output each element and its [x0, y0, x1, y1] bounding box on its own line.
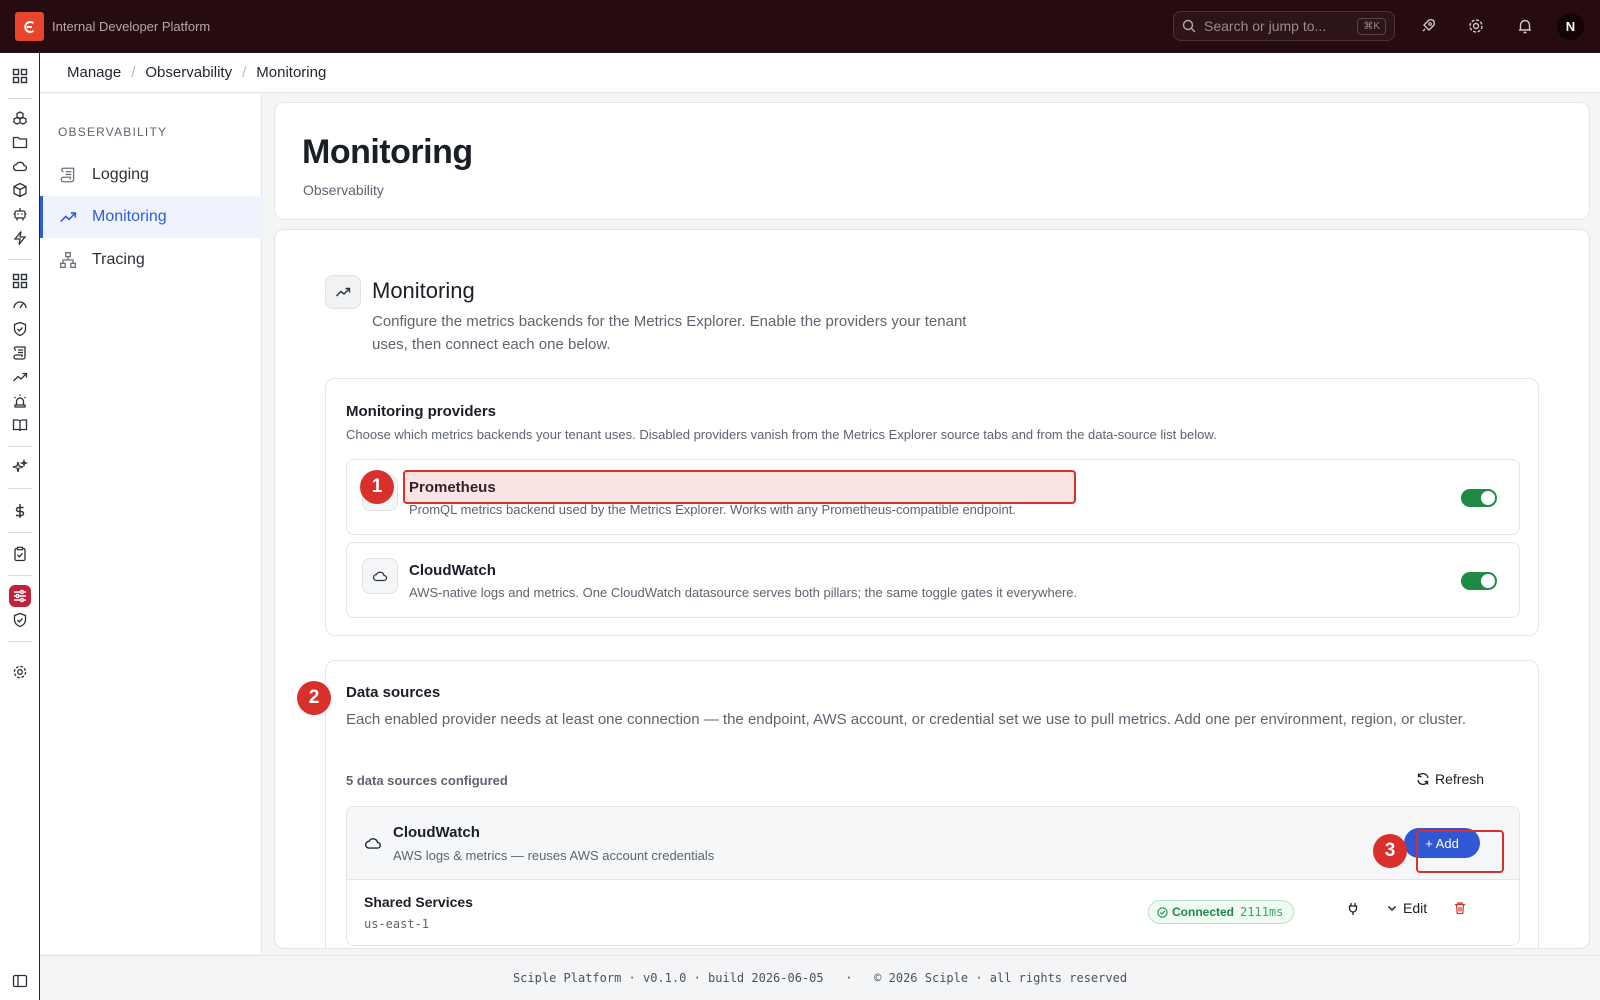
scroll-icon — [58, 165, 78, 185]
shield-icon[interactable] — [9, 609, 31, 631]
breadcrumb: Manage / Observability / Monitoring — [40, 53, 1600, 93]
cloud-icon — [362, 558, 398, 594]
annotation-highlight-prometheus — [403, 470, 1076, 504]
datasource-name: Shared Services — [364, 894, 473, 910]
search-shortcut: ⌘K — [1357, 17, 1386, 35]
sidenav-item-label: Monitoring — [92, 208, 167, 225]
breadcrumb-observability[interactable]: Observability — [145, 64, 232, 81]
folder-icon[interactable] — [9, 131, 31, 153]
edit-button[interactable]: Edit — [1386, 900, 1427, 916]
refresh-label: Refresh — [1435, 771, 1485, 787]
bell-icon[interactable] — [1514, 15, 1536, 37]
datasource-group-description: AWS logs & metrics — reuses AWS account … — [393, 848, 715, 863]
sidenav-item-label: Tracing — [92, 251, 145, 268]
breadcrumb-monitoring: Monitoring — [256, 64, 327, 81]
boxes-icon[interactable] — [9, 107, 31, 129]
sidebar-toggle-icon[interactable] — [9, 970, 31, 992]
sparkles-icon[interactable] — [9, 456, 31, 478]
main-content: Monitoring Observability Monitoring Conf… — [274, 94, 1590, 949]
footer: Sciple Platform · v0.1.0 · build 2026-06… — [40, 955, 1600, 1000]
annotation-badge-1: 1 — [360, 470, 394, 504]
provider-name: CloudWatch — [409, 562, 496, 579]
user-avatar[interactable]: N — [1557, 13, 1584, 40]
app-logo[interactable] — [15, 12, 44, 41]
footer-text: Sciple Platform · v0.1.0 · build 2026-06… — [512, 971, 1128, 985]
settings-icon[interactable] — [9, 661, 31, 683]
trash-icon[interactable] — [1453, 901, 1467, 920]
cloud-icon[interactable] — [9, 155, 31, 177]
panel-description: Each enabled provider needs at least one… — [346, 711, 1467, 728]
clipboard-check-icon[interactable] — [9, 543, 31, 565]
datasource-group-header: CloudWatch AWS logs & metrics — reuses A… — [347, 807, 1519, 880]
trending-up-icon[interactable] — [9, 366, 31, 388]
dollar-icon[interactable] — [9, 500, 31, 522]
trending-up-icon — [325, 275, 361, 309]
datasource-row: Shared Services us-east-1 Connected 2111… — [347, 880, 1519, 945]
top-bar: Internal Developer Platform Search or ju… — [0, 0, 1600, 53]
rocket-icon[interactable] — [1417, 15, 1439, 37]
app-title: Internal Developer Platform — [52, 19, 211, 34]
section-sidenav: OBSERVABILITY Logging Monitoring Tracing — [40, 94, 262, 954]
datasource-group-name: CloudWatch — [393, 824, 480, 841]
sidenav-item-monitoring[interactable]: Monitoring — [40, 196, 262, 238]
panel-title: Data sources — [346, 684, 441, 701]
provider-description: PromQL metrics backend used by the Metri… — [409, 502, 1016, 517]
sliders-icon[interactable] — [9, 585, 31, 607]
section-title: Monitoring — [372, 278, 475, 303]
grid-icon[interactable] — [9, 270, 31, 292]
plug-icon[interactable] — [1346, 902, 1360, 921]
sidenav-item-tracing[interactable]: Tracing — [40, 239, 262, 281]
page-subtitle: Observability — [303, 182, 384, 198]
panel-description: Choose which metrics backends your tenan… — [346, 427, 1217, 442]
search-input[interactable]: Search or jump to... — [1204, 18, 1357, 34]
check-circle-icon — [1157, 906, 1168, 918]
dashboard-icon[interactable] — [9, 65, 31, 87]
section-description: Configure the metrics backends for the M… — [372, 313, 967, 353]
book-icon[interactable] — [9, 414, 31, 436]
siren-icon[interactable] — [9, 390, 31, 412]
status-badge: Connected 2111ms — [1148, 900, 1295, 924]
gauge-icon[interactable] — [9, 294, 31, 316]
gear-icon[interactable] — [1465, 15, 1487, 37]
page-title: Monitoring — [302, 133, 473, 171]
trending-up-icon — [58, 207, 78, 227]
search-icon — [1182, 19, 1196, 33]
sidenav-item-logging[interactable]: Logging — [40, 154, 262, 196]
refresh-button[interactable]: Refresh — [1416, 771, 1484, 787]
annotation-badge-3: 3 — [1373, 834, 1407, 868]
icon-rail — [0, 53, 40, 1000]
breadcrumb-manage[interactable]: Manage — [67, 64, 121, 81]
provider-toggle-cloudwatch[interactable] — [1461, 572, 1497, 590]
provider-toggle-prometheus[interactable] — [1461, 489, 1497, 507]
panel-title: Monitoring providers — [346, 403, 496, 420]
datasource-group-cloudwatch: CloudWatch AWS logs & metrics — reuses A… — [346, 806, 1520, 946]
shield-check-icon[interactable] — [9, 318, 31, 340]
status-text: Connected — [1172, 905, 1235, 919]
annotation-highlight-add — [1416, 830, 1504, 873]
cloud-icon — [365, 838, 381, 849]
sidenav-heading: OBSERVABILITY — [58, 125, 168, 139]
datasource-region: us-east-1 — [364, 917, 430, 931]
annotation-badge-2: 2 — [297, 681, 331, 715]
data-source-count: 5 data sources configured — [346, 773, 508, 788]
data-sources-panel: Data sources Each enabled provider needs… — [325, 660, 1539, 948]
refresh-icon — [1417, 773, 1429, 785]
sidenav-item-label: Logging — [92, 166, 149, 183]
package-icon[interactable] — [9, 179, 31, 201]
edit-label: Edit — [1403, 900, 1428, 916]
lightning-icon[interactable] — [9, 227, 31, 249]
global-search[interactable]: Search or jump to... ⌘K — [1173, 11, 1395, 41]
scroll-icon[interactable] — [9, 342, 31, 364]
chevron-down-icon — [1388, 906, 1396, 911]
network-icon — [58, 250, 78, 270]
monitoring-providers-panel: Monitoring providers Choose which metric… — [325, 378, 1539, 636]
latency: 2111ms — [1240, 905, 1284, 919]
provider-cloudwatch: CloudWatch AWS-native logs and metrics. … — [346, 542, 1520, 618]
page-header: Monitoring Observability — [274, 102, 1590, 220]
robot-icon[interactable] — [9, 203, 31, 225]
provider-description: AWS-native logs and metrics. One CloudWa… — [409, 585, 1078, 600]
